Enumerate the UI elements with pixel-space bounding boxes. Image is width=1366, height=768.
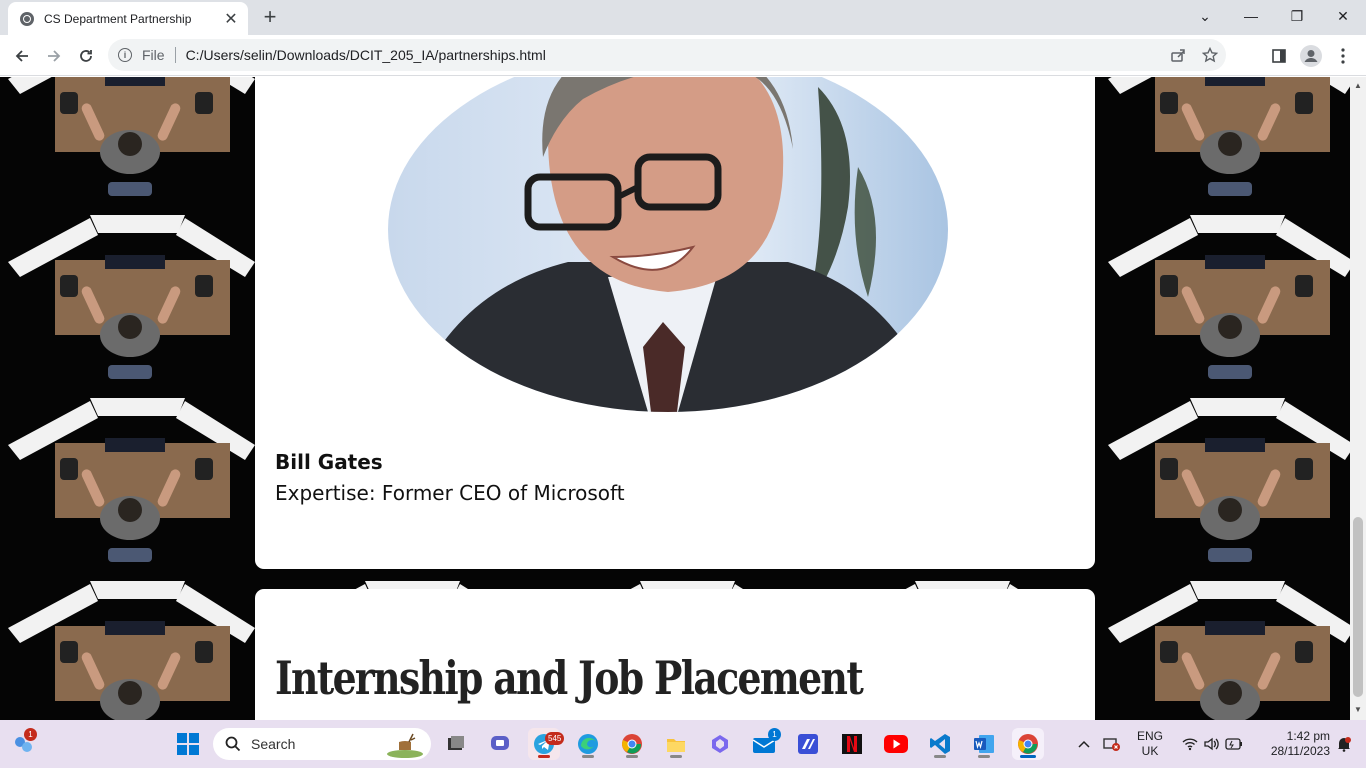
clock[interactable]: 1:42 pm 28/11/2023 bbox=[1254, 729, 1330, 759]
tab-active[interactable]: CS Department Partnership ✕ bbox=[8, 2, 248, 35]
windows-start-icon[interactable] bbox=[172, 728, 204, 760]
file-explorer-icon[interactable] bbox=[660, 728, 692, 760]
profile-avatar-icon[interactable] bbox=[1298, 43, 1324, 69]
browser-toolbar: i File C:/Users/selin/Downloads/DCIT_205… bbox=[0, 35, 1366, 76]
address-bar[interactable]: i File C:/Users/selin/Downloads/DCIT_205… bbox=[108, 39, 1226, 71]
back-button[interactable] bbox=[8, 42, 36, 70]
task-view-icon[interactable] bbox=[440, 728, 472, 760]
active-indicator bbox=[626, 755, 638, 758]
page-viewport: Bill Gates Expertise: Former CEO of Micr… bbox=[0, 77, 1350, 720]
tab-close-button[interactable]: ✕ bbox=[220, 9, 242, 29]
telegram-badge: 545 bbox=[545, 732, 565, 745]
restore-button[interactable]: ❐ bbox=[1274, 0, 1320, 32]
active-indicator bbox=[934, 755, 946, 758]
minimize-button[interactable]: — bbox=[1228, 0, 1274, 32]
internship-section-card: Internship and Job Placement bbox=[255, 589, 1095, 720]
vscode-blue-app-icon[interactable] bbox=[792, 728, 824, 760]
search-icon bbox=[225, 736, 241, 752]
url-text[interactable]: C:/Users/selin/Downloads/DCIT_205_IA/par… bbox=[186, 47, 1162, 63]
tab-strip: CS Department Partnership ✕ + ⌄ — ❐ ✕ bbox=[0, 0, 1366, 35]
active-indicator bbox=[1020, 755, 1036, 758]
menu-kebab-icon[interactable] bbox=[1330, 43, 1356, 69]
active-indicator bbox=[538, 755, 550, 758]
region-code: UK bbox=[1141, 744, 1159, 758]
chrome-active-icon[interactable] bbox=[1012, 728, 1044, 760]
youtube-icon[interactable] bbox=[880, 728, 912, 760]
windows-taskbar: 1 Search 545 1 ENG UK 1:42 pm 28/11/2023 bbox=[0, 720, 1366, 768]
partner-portrait-image bbox=[388, 77, 948, 412]
partner-card: Bill Gates Expertise: Former CEO of Micr… bbox=[255, 77, 1095, 569]
teams-chat-icon[interactable] bbox=[484, 728, 516, 760]
network-error-icon[interactable] bbox=[1096, 728, 1128, 760]
taskbar-search-box[interactable]: Search bbox=[213, 728, 431, 760]
section-heading: Internship and Job Placement bbox=[275, 651, 864, 705]
language-code: ENG bbox=[1136, 729, 1163, 743]
scrollbar-thumb[interactable] bbox=[1353, 517, 1363, 697]
clock-date: 28/11/2023 bbox=[1270, 744, 1330, 758]
notification-badge: 1 bbox=[24, 728, 37, 741]
notification-center-icon[interactable] bbox=[1330, 728, 1358, 760]
active-indicator bbox=[670, 755, 682, 758]
new-tab-button[interactable]: + bbox=[258, 4, 282, 30]
share-icon[interactable] bbox=[1162, 47, 1194, 63]
page-scrollbar[interactable]: ▲ ▼ bbox=[1350, 77, 1366, 720]
bookmark-star-icon[interactable] bbox=[1194, 47, 1226, 63]
side-panel-icon[interactable] bbox=[1266, 43, 1292, 69]
scroll-down-arrow-icon[interactable]: ▼ bbox=[1354, 705, 1362, 714]
close-window-button[interactable]: ✕ bbox=[1320, 0, 1366, 32]
globe-icon bbox=[20, 11, 34, 26]
arrow-left-icon bbox=[15, 50, 28, 62]
forward-button[interactable] bbox=[40, 42, 68, 70]
active-indicator bbox=[978, 755, 990, 758]
divider bbox=[174, 47, 176, 63]
scroll-up-arrow-icon[interactable]: ▲ bbox=[1354, 81, 1362, 90]
arrow-right-icon bbox=[48, 50, 61, 62]
deer-highlight-icon bbox=[387, 733, 423, 758]
mail-badge: 1 bbox=[768, 728, 781, 741]
url-scheme: File bbox=[142, 47, 165, 63]
copilot-icon[interactable] bbox=[704, 728, 736, 760]
active-indicator bbox=[582, 755, 594, 758]
reload-button[interactable] bbox=[72, 42, 100, 70]
partner-expertise: Expertise: Former CEO of Microsoft bbox=[275, 481, 625, 505]
language-indicator[interactable]: ENG UK bbox=[1130, 729, 1170, 759]
reload-icon bbox=[80, 50, 92, 62]
clock-time: 1:42 pm bbox=[1286, 729, 1330, 743]
edge-icon[interactable] bbox=[572, 728, 604, 760]
partner-name: Bill Gates bbox=[275, 450, 383, 474]
tab-search-button[interactable]: ⌄ bbox=[1182, 0, 1228, 32]
battery-icon[interactable] bbox=[1218, 728, 1250, 760]
search-label: Search bbox=[251, 736, 296, 752]
vscode-icon[interactable] bbox=[924, 728, 956, 760]
netflix-icon[interactable] bbox=[836, 728, 868, 760]
word-icon[interactable] bbox=[968, 728, 1000, 760]
tab-title: CS Department Partnership bbox=[44, 11, 192, 26]
chrome-icon[interactable] bbox=[616, 728, 648, 760]
info-icon[interactable]: i bbox=[118, 48, 132, 62]
